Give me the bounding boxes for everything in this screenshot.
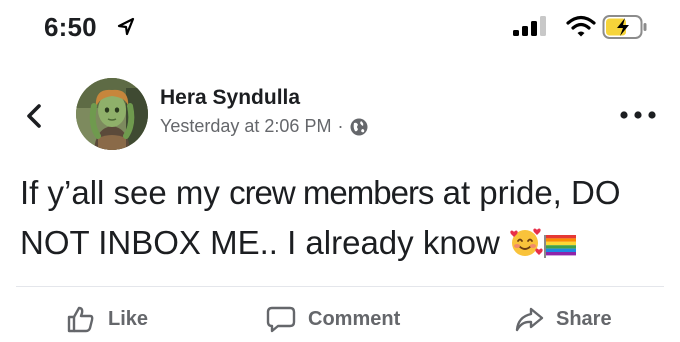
avatar-image [76, 78, 148, 150]
share-label: Share [556, 307, 612, 330]
post-timestamp[interactable]: Yesterday at 2:06 PM [160, 116, 331, 137]
thumbs-up-icon [67, 306, 94, 333]
globe-icon [350, 118, 368, 135]
status-time: 6:50 [44, 12, 97, 42]
meta-separator: · [337, 116, 344, 136]
more-dots-icon[interactable] [618, 110, 658, 120]
cellular-signal-icon [513, 16, 546, 36]
actions-divider [16, 286, 664, 287]
like-button[interactable]: Like [66, 296, 148, 342]
share-button[interactable]: Share [514, 296, 612, 342]
like-label: Like [108, 307, 149, 330]
post-actions: Like Comment Share [0, 296, 680, 342]
comment-label: Comment [308, 307, 401, 330]
smiling-face-with-hearts-icon [510, 228, 543, 256]
battery-charging-icon [602, 15, 647, 39]
post-text-highlight: crew members [229, 174, 434, 211]
author-name[interactable]: Hera Syndulla [160, 86, 300, 110]
share-arrow-icon [515, 307, 544, 332]
comment-button[interactable]: Comment [266, 296, 400, 342]
wifi-icon [566, 15, 596, 37]
author-avatar[interactable] [76, 78, 148, 150]
post-header: Hera Syndulla Yesterday at 2:06 PM · [0, 70, 680, 160]
post-text-part1: If y’all see my [20, 174, 230, 211]
status-bar: 6:50 [0, 0, 680, 56]
post-text: If y’all see my crew members at pride, D… [20, 168, 670, 268]
back-button[interactable] [22, 98, 44, 134]
location-arrow-icon [117, 17, 135, 36]
post-meta: Yesterday at 2:06 PM · [160, 116, 369, 137]
rainbow-flag-icon [544, 235, 577, 258]
speech-bubble-icon [266, 306, 296, 333]
